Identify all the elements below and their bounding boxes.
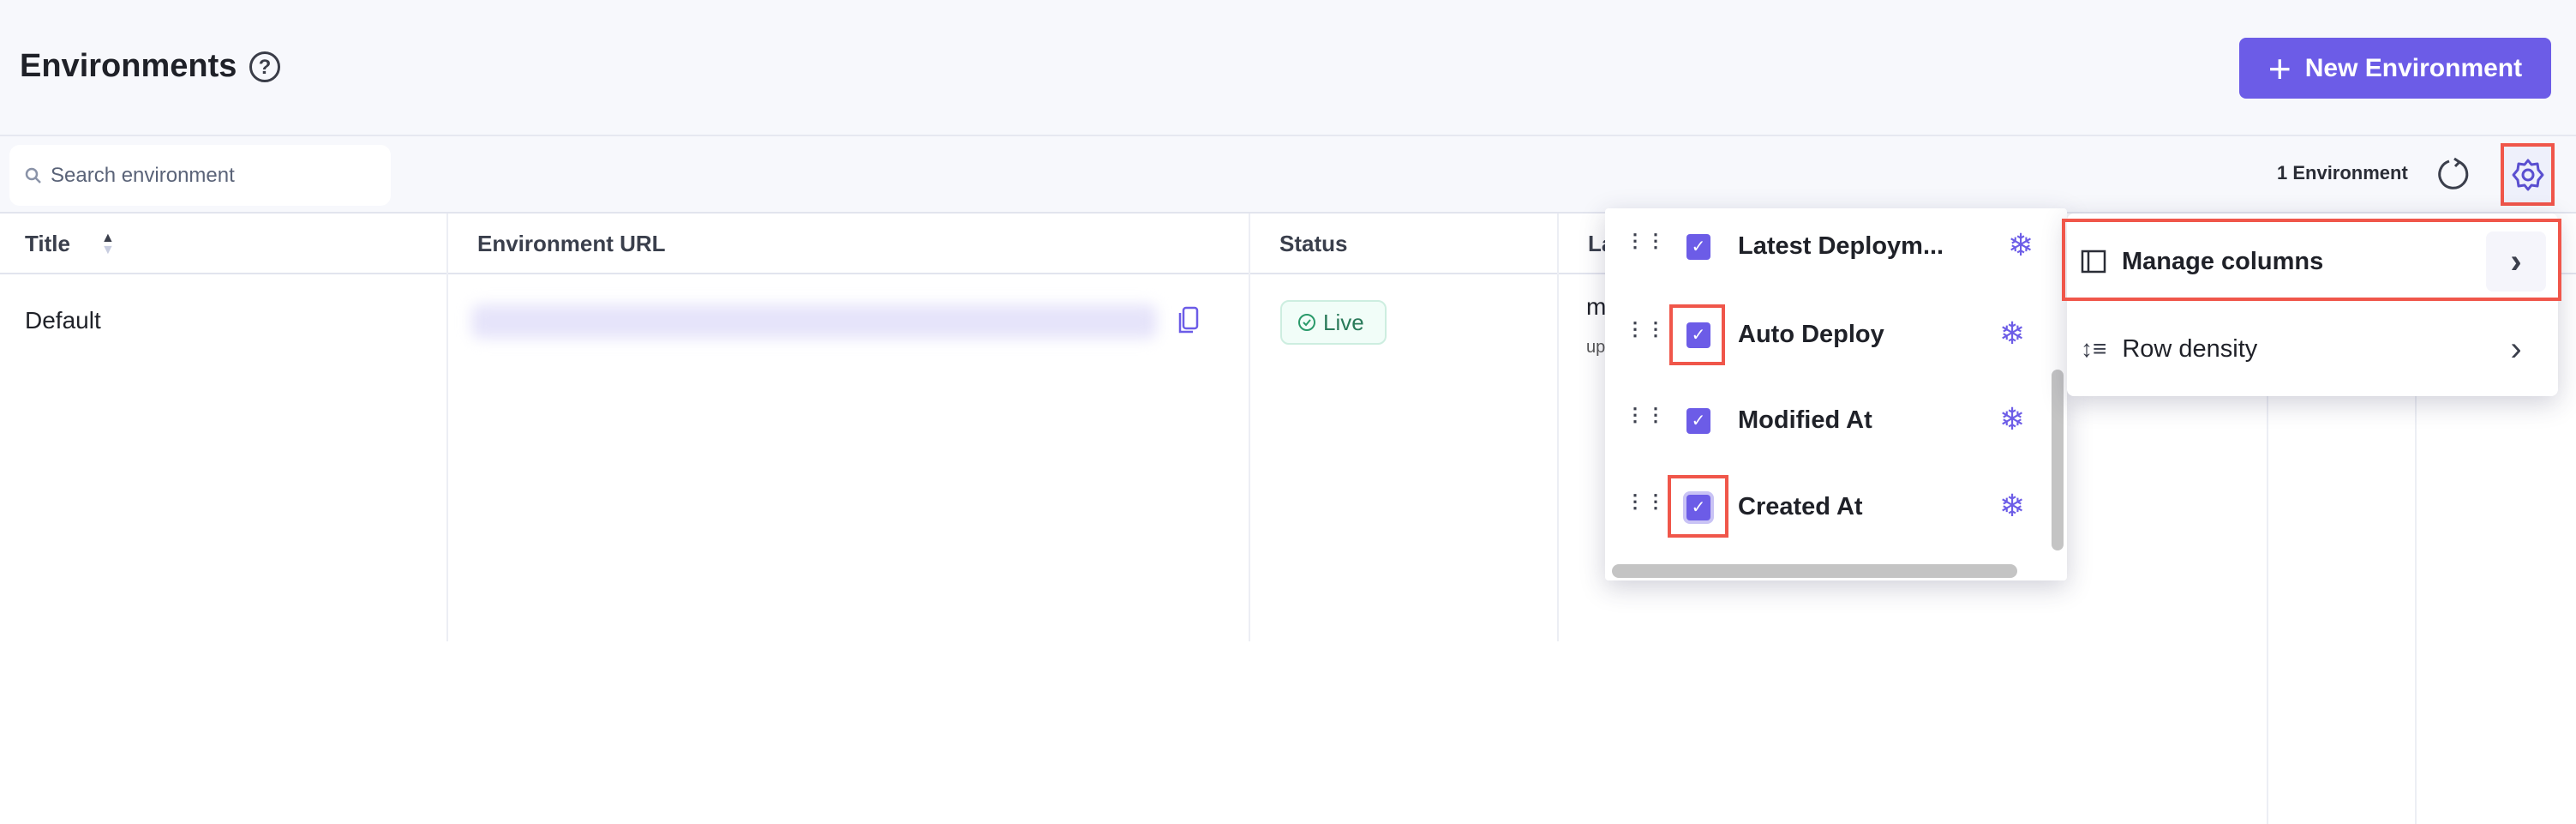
page-title: Environments bbox=[20, 48, 237, 84]
divider bbox=[1557, 214, 1559, 641]
vertical-scrollbar[interactable] bbox=[2052, 370, 2064, 550]
drag-handle-icon[interactable]: ⋮⋮ bbox=[1626, 492, 1665, 511]
divider bbox=[1249, 214, 1250, 641]
column-option-modified-at[interactable]: ⋮⋮ ✓ Modified At ❄ bbox=[1605, 382, 2051, 460]
column-title-label: Title bbox=[25, 231, 70, 256]
cell-title: Default bbox=[25, 307, 101, 334]
new-environment-label: New Environment bbox=[2304, 53, 2523, 82]
check-circle-icon bbox=[1298, 314, 1315, 331]
manage-columns-menu: ⋮⋮ ✓ Latest Deploym... ❄ ⋮⋮ ✓ Auto Deplo… bbox=[1605, 208, 2067, 580]
drag-handle-icon[interactable]: ⋮⋮ bbox=[1626, 320, 1665, 339]
help-icon[interactable]: ? bbox=[249, 51, 280, 82]
row-density-icon: ↕≡ bbox=[2081, 335, 2107, 362]
status-label: Live bbox=[1323, 309, 1364, 335]
freeze-snowflake-icon[interactable]: ❄ bbox=[1999, 401, 2025, 437]
refresh-icon[interactable] bbox=[2434, 155, 2471, 193]
search-icon bbox=[25, 167, 41, 183]
sort-icon[interactable]: ▲ ▼ bbox=[101, 231, 115, 256]
highlight-box bbox=[1668, 475, 1728, 538]
highlight-box bbox=[1669, 304, 1725, 365]
column-option-label: Auto Deploy bbox=[1738, 321, 1884, 348]
column-option-label: Modified At bbox=[1738, 406, 1872, 434]
column-option-label: Created At bbox=[1738, 493, 1863, 520]
divider bbox=[2267, 396, 2268, 824]
menu-item-label: Row density bbox=[2122, 334, 2258, 363]
search-input[interactable]: Search environment bbox=[9, 145, 391, 206]
cell-latest-partial: m bbox=[1586, 293, 1607, 320]
plus-icon: + bbox=[2267, 45, 2291, 91]
copy-icon[interactable] bbox=[1177, 306, 1200, 335]
freeze-snowflake-icon[interactable]: ❄ bbox=[2008, 227, 2034, 263]
environment-url-redacted bbox=[471, 304, 1157, 339]
page-header: Environments ? + New Environment bbox=[0, 0, 2576, 136]
environment-count: 1 Environment bbox=[2277, 162, 2408, 183]
new-environment-button[interactable]: + New Environment bbox=[2239, 38, 2551, 99]
status-badge: Live bbox=[1280, 300, 1387, 345]
search-placeholder: Search environment bbox=[51, 163, 235, 187]
cell-latest-sub: up bbox=[1586, 338, 1606, 357]
menu-item-row-density[interactable]: ↕≡ Row density › bbox=[2067, 306, 2558, 392]
gear-icon bbox=[2512, 159, 2543, 190]
horizontal-scrollbar[interactable] bbox=[1612, 564, 2017, 578]
checkbox-checked[interactable]: ✓ bbox=[1686, 408, 1710, 434]
drag-handle-icon[interactable]: ⋮⋮ bbox=[1626, 232, 1665, 250]
column-option-latest-deployment[interactable]: ⋮⋮ ✓ Latest Deploym... ❄ bbox=[1605, 208, 2051, 286]
freeze-snowflake-icon[interactable]: ❄ bbox=[1999, 316, 2025, 352]
column-header-url[interactable]: Environment URL bbox=[446, 214, 1249, 274]
drag-handle-icon[interactable]: ⋮⋮ bbox=[1626, 406, 1665, 424]
chevron-right-icon[interactable]: › bbox=[2486, 319, 2546, 379]
column-header-title[interactable]: Title ▲ ▼ bbox=[0, 214, 446, 274]
freeze-snowflake-icon[interactable]: ❄ bbox=[1999, 488, 2025, 524]
toolbar: Search environment 1 Environment bbox=[0, 136, 2576, 214]
column-header-status[interactable]: Status bbox=[1249, 214, 1557, 274]
divider bbox=[446, 214, 448, 641]
highlight-box bbox=[2062, 219, 2561, 301]
checkbox-checked[interactable]: ✓ bbox=[1686, 234, 1710, 260]
column-option-label: Latest Deploym... bbox=[1738, 232, 1944, 260]
settings-gear-button[interactable] bbox=[2501, 143, 2555, 206]
divider bbox=[2415, 396, 2417, 824]
